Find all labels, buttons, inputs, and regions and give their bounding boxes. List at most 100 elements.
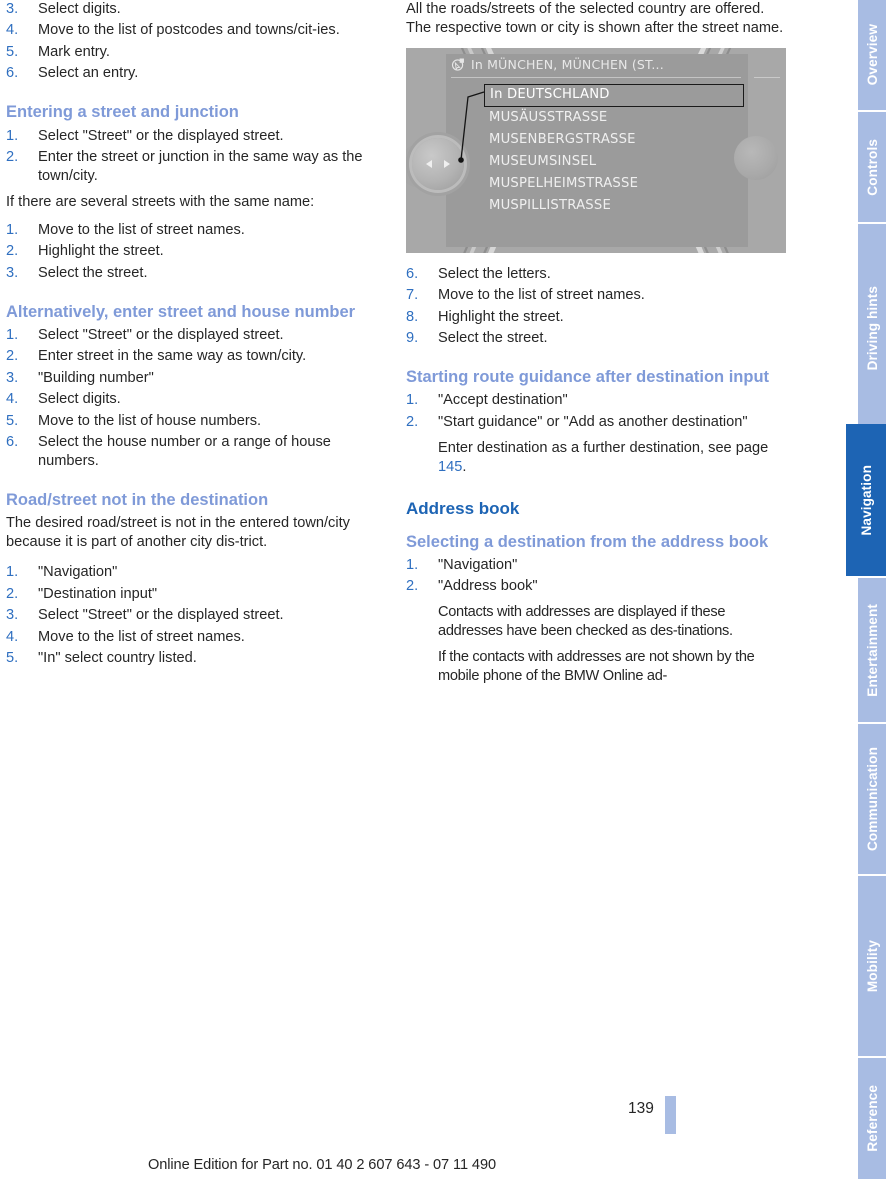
- list-number: 6.: [6, 434, 19, 451]
- screen-list-item[interactable]: MUSÄUSSTRASSE: [484, 107, 744, 129]
- list-item: 8. Highlight the street.: [406, 308, 791, 327]
- tab-label: Entertainment: [864, 603, 880, 697]
- rotary-knob: [734, 135, 778, 180]
- list-item: 3. "Building number": [6, 369, 391, 388]
- tab-overview[interactable]: Overview: [858, 0, 886, 110]
- list-number: 2.: [6, 348, 19, 365]
- list-item: 6. Select the house number or a range of …: [6, 433, 391, 471]
- tab-entertainment[interactable]: Entertainment: [858, 578, 886, 722]
- xref-post: .: [462, 458, 467, 475]
- heading-road-not-in-destination: Road/street not in the destination: [6, 491, 269, 510]
- heading-starting-route-guidance: Starting route guidance after destinatio…: [406, 368, 770, 387]
- tab-label: Controls: [864, 138, 880, 196]
- xref-pre: Enter destination as a further destinati…: [438, 439, 769, 456]
- tab-mobility[interactable]: Mobility: [858, 876, 886, 1056]
- tab-navigation[interactable]: Navigation: [846, 424, 886, 576]
- screen-street-list: In DEUTSCHLAND MUSÄUSSTRASSE MUSENBERGST…: [484, 83, 744, 217]
- list-item: 5. "In" select country listed.: [6, 649, 391, 668]
- tab-label: Overview: [864, 24, 880, 86]
- paragraph-road-not-in-destination: The desired road/street is not in the en…: [6, 515, 350, 551]
- tab-label: Reference: [864, 1085, 880, 1152]
- list-number: 1.: [6, 127, 19, 144]
- tab-controls[interactable]: Controls: [858, 112, 886, 222]
- list-text: "Destination input": [38, 585, 158, 602]
- navigation-street-list-screen: In MÜNCHEN, MÜNCHEN (ST... In DEUTSCHLAN…: [406, 47, 786, 253]
- list-number: 4.: [6, 22, 19, 39]
- tab-communication[interactable]: Communication: [858, 724, 886, 874]
- step-list-street-junction: 1. Select "Street" or the displayed stree…: [6, 127, 391, 186]
- screen-list-item-selected[interactable]: In DEUTSCHLAND: [484, 83, 744, 107]
- screen-header-rule: [451, 76, 741, 78]
- list-text: Mark entry.: [38, 43, 110, 60]
- footer-edition-note: Online Edition for Part no. 01 40 2 607 …: [148, 1157, 496, 1173]
- list-text: Select digits.: [38, 1, 121, 17]
- navigation-arrow-icon: [451, 58, 464, 71]
- list-item: 1. Select "Street" or the displayed stree…: [6, 326, 391, 345]
- list-number: 3.: [6, 607, 19, 624]
- tab-label: Driving hints: [864, 285, 880, 371]
- list-text: Select digits.: [38, 391, 121, 408]
- chapter-tab-rail: Overview Controls Driving hints Navigati…: [846, 0, 886, 1179]
- list-text: "Accept destination": [438, 392, 568, 409]
- list-number: 3.: [6, 369, 19, 386]
- screen-list-item[interactable]: MUSENBERGSTRASSE: [484, 129, 744, 151]
- paragraph-contacts-not-shown: If the contacts with addresses are not s…: [438, 649, 755, 685]
- list-number: 7.: [406, 287, 419, 304]
- list-item: 5. Mark entry.: [6, 43, 391, 62]
- step-list-house-number: 1. Select "Street" or the displayed stree…: [6, 326, 391, 471]
- list-text: Enter street in the same way as town/cit…: [38, 348, 307, 365]
- list-item: 4. Select digits.: [6, 390, 391, 409]
- heading-entering-street-and-junction: Entering a street and junction: [6, 103, 239, 122]
- heading-alternatively-street-house-number: Alternatively, enter street and house nu…: [6, 302, 356, 321]
- list-number: 6.: [6, 65, 19, 82]
- list-number: 3.: [6, 264, 19, 281]
- heading-selecting-destination-address-book: Selecting a destination from the address…: [406, 532, 769, 551]
- list-number: 6.: [406, 265, 419, 282]
- list-item: 4. Move to the list of postcodes and town…: [6, 21, 391, 40]
- list-text: Move to the list of postcodes and towns/…: [38, 22, 340, 39]
- screen-header-text: In MÜNCHEN, MÜNCHEN (ST...: [471, 56, 664, 72]
- list-text: "Building number": [38, 369, 154, 386]
- list-item: 4. Move to the list of street names.: [6, 628, 391, 647]
- list-text: "Start guidance" or "Add as another dest…: [438, 413, 748, 430]
- list-number: 5.: [6, 43, 19, 60]
- screen-list-item[interactable]: MUSPELHEIMSTRASSE: [484, 173, 744, 195]
- arrow-left-icon: [426, 159, 432, 168]
- list-item: 3. Select the street.: [6, 264, 391, 283]
- list-item: 6. Select an entry.: [6, 64, 391, 83]
- heading-address-book: Address book: [406, 498, 520, 518]
- tab-label: Communication: [864, 746, 880, 851]
- list-number: 2.: [406, 413, 419, 430]
- list-item: 6. Select the letters.: [406, 265, 791, 284]
- screen-header: In MÜNCHEN, MÜNCHEN (ST...: [451, 57, 664, 72]
- step-list-address-book: 1. "Navigation" 2. "Address book" Contacts…: [406, 556, 791, 686]
- screen-list-item[interactable]: MUSEUMSINSEL: [484, 151, 744, 173]
- tab-reference[interactable]: Reference: [858, 1058, 886, 1179]
- list-text: Select the street.: [38, 264, 148, 281]
- list-number: 3.: [6, 1, 19, 17]
- list-number: 2.: [406, 578, 419, 595]
- list-text: "Address book": [438, 578, 538, 595]
- list-item: 1. "Accept destination": [406, 391, 791, 410]
- list-number: 5.: [6, 412, 19, 429]
- screen-header-rule-right: [754, 76, 780, 78]
- list-item: 2. "Destination input": [6, 585, 391, 604]
- continued-step-list-right: 6. Select the letters. 7. Move to the list…: [406, 265, 791, 348]
- tab-label: Mobility: [864, 939, 880, 993]
- list-text: Move to the list of street names.: [438, 287, 645, 304]
- list-item: 1. "Navigation": [406, 556, 791, 575]
- list-text: Select "Street" or the displayed street.: [38, 607, 284, 624]
- screen-list-item[interactable]: MUSPILLISTRASSE: [484, 195, 744, 217]
- page-reference-link[interactable]: 145: [438, 459, 462, 475]
- step-list-road-not-in-destination: 1. "Navigation" 2. "Destination input" 3. S…: [6, 563, 391, 668]
- list-text: Highlight the street.: [438, 308, 564, 325]
- list-number: 2.: [6, 243, 19, 260]
- list-number: 4.: [6, 628, 19, 645]
- page-number: 139: [628, 1100, 654, 1117]
- manual-page: 3. Select digits. 4. Move to the list of p…: [0, 0, 886, 1179]
- note-several-streets: If there are several streets with the sa…: [6, 193, 315, 210]
- list-item: 5. Move to the list of house numbers.: [6, 412, 391, 431]
- list-text: Move to the list of house numbers.: [38, 412, 262, 429]
- step-list-route-guidance: 1. "Accept destination" 2. "Start guidance…: [406, 391, 791, 476]
- tab-driving-hints[interactable]: Driving hints: [858, 224, 886, 432]
